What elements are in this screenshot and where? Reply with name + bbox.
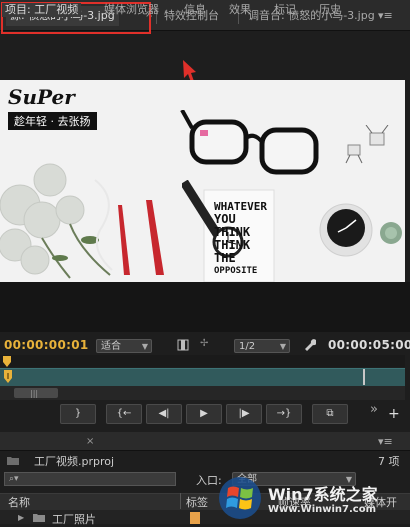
windows-logo-icon [219, 477, 261, 519]
insert-button[interactable]: ⧉ [312, 404, 348, 424]
step-back-button[interactable]: ◀| [146, 404, 182, 424]
zoom-scrollbar[interactable] [0, 386, 405, 400]
book-text: WHATEVER YOU THINK THINK THE OPPOSITE [214, 200, 274, 278]
resolution-dropdown[interactable]: 1/2 ▼ [234, 339, 290, 353]
monitor-lower-area [0, 282, 410, 332]
fit-value: 适合 [101, 341, 121, 352]
tab-effects[interactable]: 效果 [229, 3, 251, 17]
tab-media-browser[interactable]: 媒体浏览器 [104, 3, 159, 17]
wrench-icon[interactable] [302, 338, 316, 352]
play-button[interactable]: ▶ [186, 404, 222, 424]
folder-icon [7, 457, 19, 465]
logo-text: SuPer [8, 85, 75, 109]
binder-clips-image [345, 125, 389, 164]
fit-dropdown[interactable]: 适合 ▼ [96, 339, 152, 353]
column-divider[interactable] [180, 493, 181, 509]
column-header-name[interactable]: 名称 [8, 494, 30, 510]
tab-markers[interactable]: 标记 [274, 3, 296, 17]
timeline-track[interactable] [0, 368, 405, 388]
expand-icon[interactable]: » [370, 402, 378, 417]
panel-menu-icon[interactable]: ▾≡ [378, 9, 393, 22]
search-icon: ⌕▾ [9, 474, 19, 484]
resolution-value: 1/2 [239, 341, 256, 352]
watermark-url: Www.Winwin7.com [268, 504, 377, 515]
column-header-label[interactable]: 标签 [186, 494, 208, 510]
tab-history[interactable]: 历史 [319, 3, 341, 17]
tab-info[interactable]: 信息 [184, 3, 206, 17]
bin-name: 工厂照片 [52, 513, 96, 526]
step-forward-button[interactable]: |▶ [226, 404, 262, 424]
duration-timecode: 00:00:05:00 [328, 338, 410, 352]
panel-menu-icon[interactable]: ▾≡ [378, 435, 393, 448]
tab-project[interactable]: 项目: 工厂视频 [2, 3, 82, 17]
clock-image [319, 203, 373, 257]
safe-margins-icon[interactable] [177, 339, 189, 351]
expand-triangle-icon[interactable]: ▶ [18, 513, 24, 522]
add-button[interactable]: + [388, 406, 400, 422]
red-clips-image [118, 200, 164, 275]
glasses-image [180, 110, 319, 175]
project-file-name: 工厂视频.prproj [34, 455, 115, 468]
go-to-in-button[interactable]: {← [106, 404, 142, 424]
bin-folder-icon [33, 514, 45, 522]
go-to-out-button[interactable]: →} [266, 404, 302, 424]
book-line: THE [214, 251, 236, 265]
video-frame: SuPer 趁年轻 · 去张扬 WHATEVER YOU THINK THINK… [0, 80, 405, 282]
current-timecode[interactable]: 00:00:00:01 [4, 338, 89, 352]
time-ruler[interactable] [0, 355, 405, 367]
tab-audio-mixer[interactable]: 调音台: 愤怒的小鸟-3.jpg [248, 6, 375, 26]
mark-out-button[interactable]: } [60, 404, 96, 424]
tab-close-icon[interactable]: × [86, 436, 94, 447]
playhead-marker-icon[interactable] [2, 356, 12, 368]
search-input[interactable]: ⌕▾ [4, 472, 176, 486]
chevron-down-icon: ▼ [279, 342, 286, 351]
label-color-swatch[interactable] [190, 512, 200, 524]
grip-icon: ||| [30, 389, 39, 398]
cactus-image [380, 222, 402, 244]
book-line: OPPOSITE [214, 266, 258, 276]
project-panel-tabbar [0, 432, 410, 451]
output-icon[interactable]: ✢ [200, 338, 208, 349]
out-point-marker[interactable] [363, 369, 365, 385]
flowers-image [0, 163, 113, 279]
playhead-icon[interactable] [2, 370, 14, 384]
item-count: 7 项 [378, 455, 400, 468]
watermark-brand: Win7系统之家 [268, 485, 378, 504]
chevron-down-icon: ▼ [141, 342, 148, 351]
tagline: 趁年轻 · 去张扬 [8, 112, 97, 130]
